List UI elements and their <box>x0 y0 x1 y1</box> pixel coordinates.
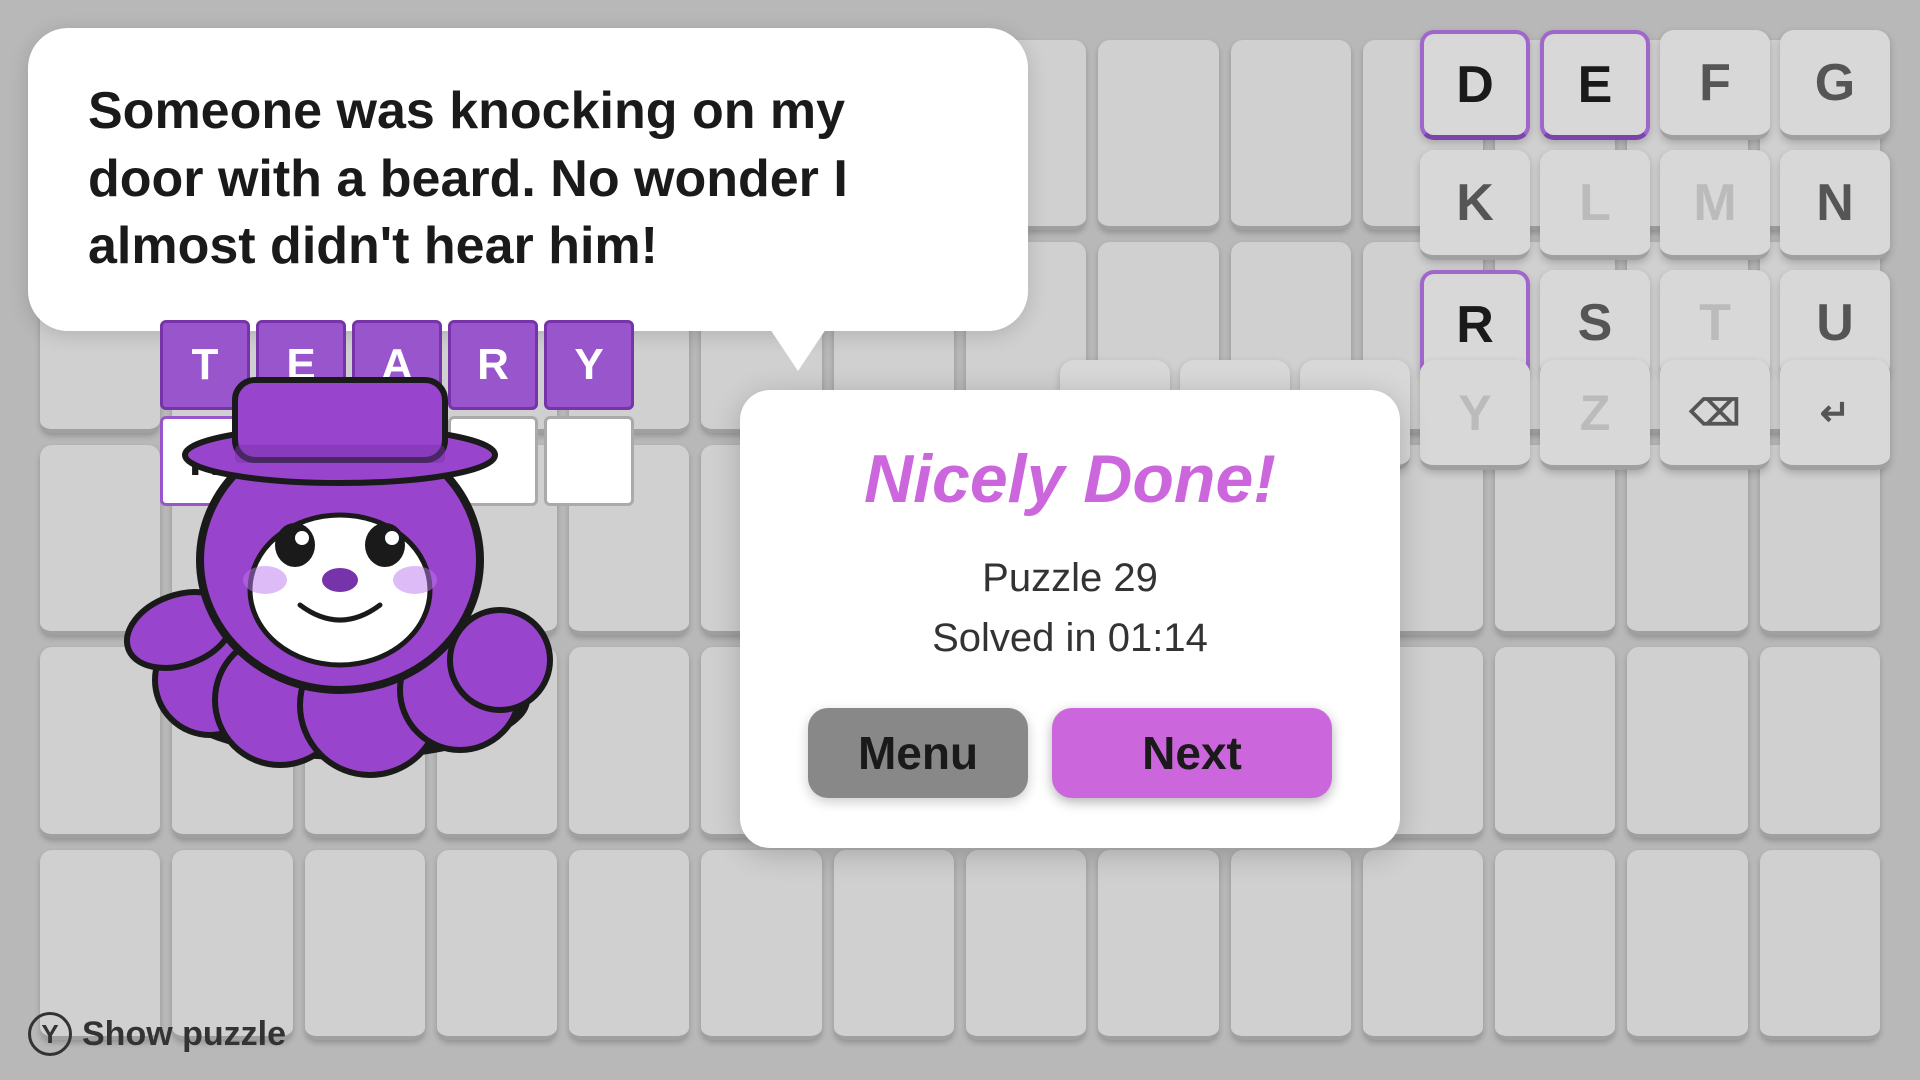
key-Z[interactable]: Z <box>1540 360 1650 470</box>
key-M[interactable]: M <box>1660 150 1770 260</box>
nicely-done-title: Nicely Done! <box>800 440 1340 518</box>
key-L[interactable]: L <box>1540 150 1650 260</box>
key-F[interactable]: F <box>1660 30 1770 140</box>
solve-time: Solved in 01:14 <box>800 608 1340 668</box>
result-buttons: Menu Next <box>800 708 1340 798</box>
speech-text: Someone was knocking on my door with a b… <box>88 82 848 275</box>
key-backspace[interactable]: ⌫ <box>1660 360 1770 470</box>
letter-keyboard: D E F G K L M N R S T U <box>1420 30 1890 380</box>
main-content: Someone was knocking on my door with a b… <box>0 0 1920 1080</box>
key-G[interactable]: G <box>1780 30 1890 140</box>
next-button[interactable]: Next <box>1052 708 1332 798</box>
key-E[interactable]: E <box>1540 30 1650 140</box>
speech-bubble: Someone was knocking on my door with a b… <box>28 28 1028 331</box>
result-panel: Nicely Done! Puzzle 29 Solved in 01:14 M… <box>740 390 1400 848</box>
puzzle-number: Puzzle 29 <box>800 548 1340 608</box>
key-Y[interactable]: Y <box>1420 360 1530 470</box>
key-D[interactable]: D <box>1420 30 1530 140</box>
show-puzzle-label: Show puzzle <box>82 1015 286 1054</box>
puzzle-info: Puzzle 29 Solved in 01:14 <box>800 548 1340 668</box>
menu-button[interactable]: Menu <box>808 708 1028 798</box>
key-enter[interactable]: ↵ <box>1780 360 1890 470</box>
mascot-character <box>60 360 640 780</box>
y-button-icon: Y <box>28 1012 72 1056</box>
show-puzzle-hint[interactable]: Y Show puzzle <box>28 1012 286 1056</box>
key-N[interactable]: N <box>1780 150 1890 260</box>
key-K[interactable]: K <box>1420 150 1530 260</box>
